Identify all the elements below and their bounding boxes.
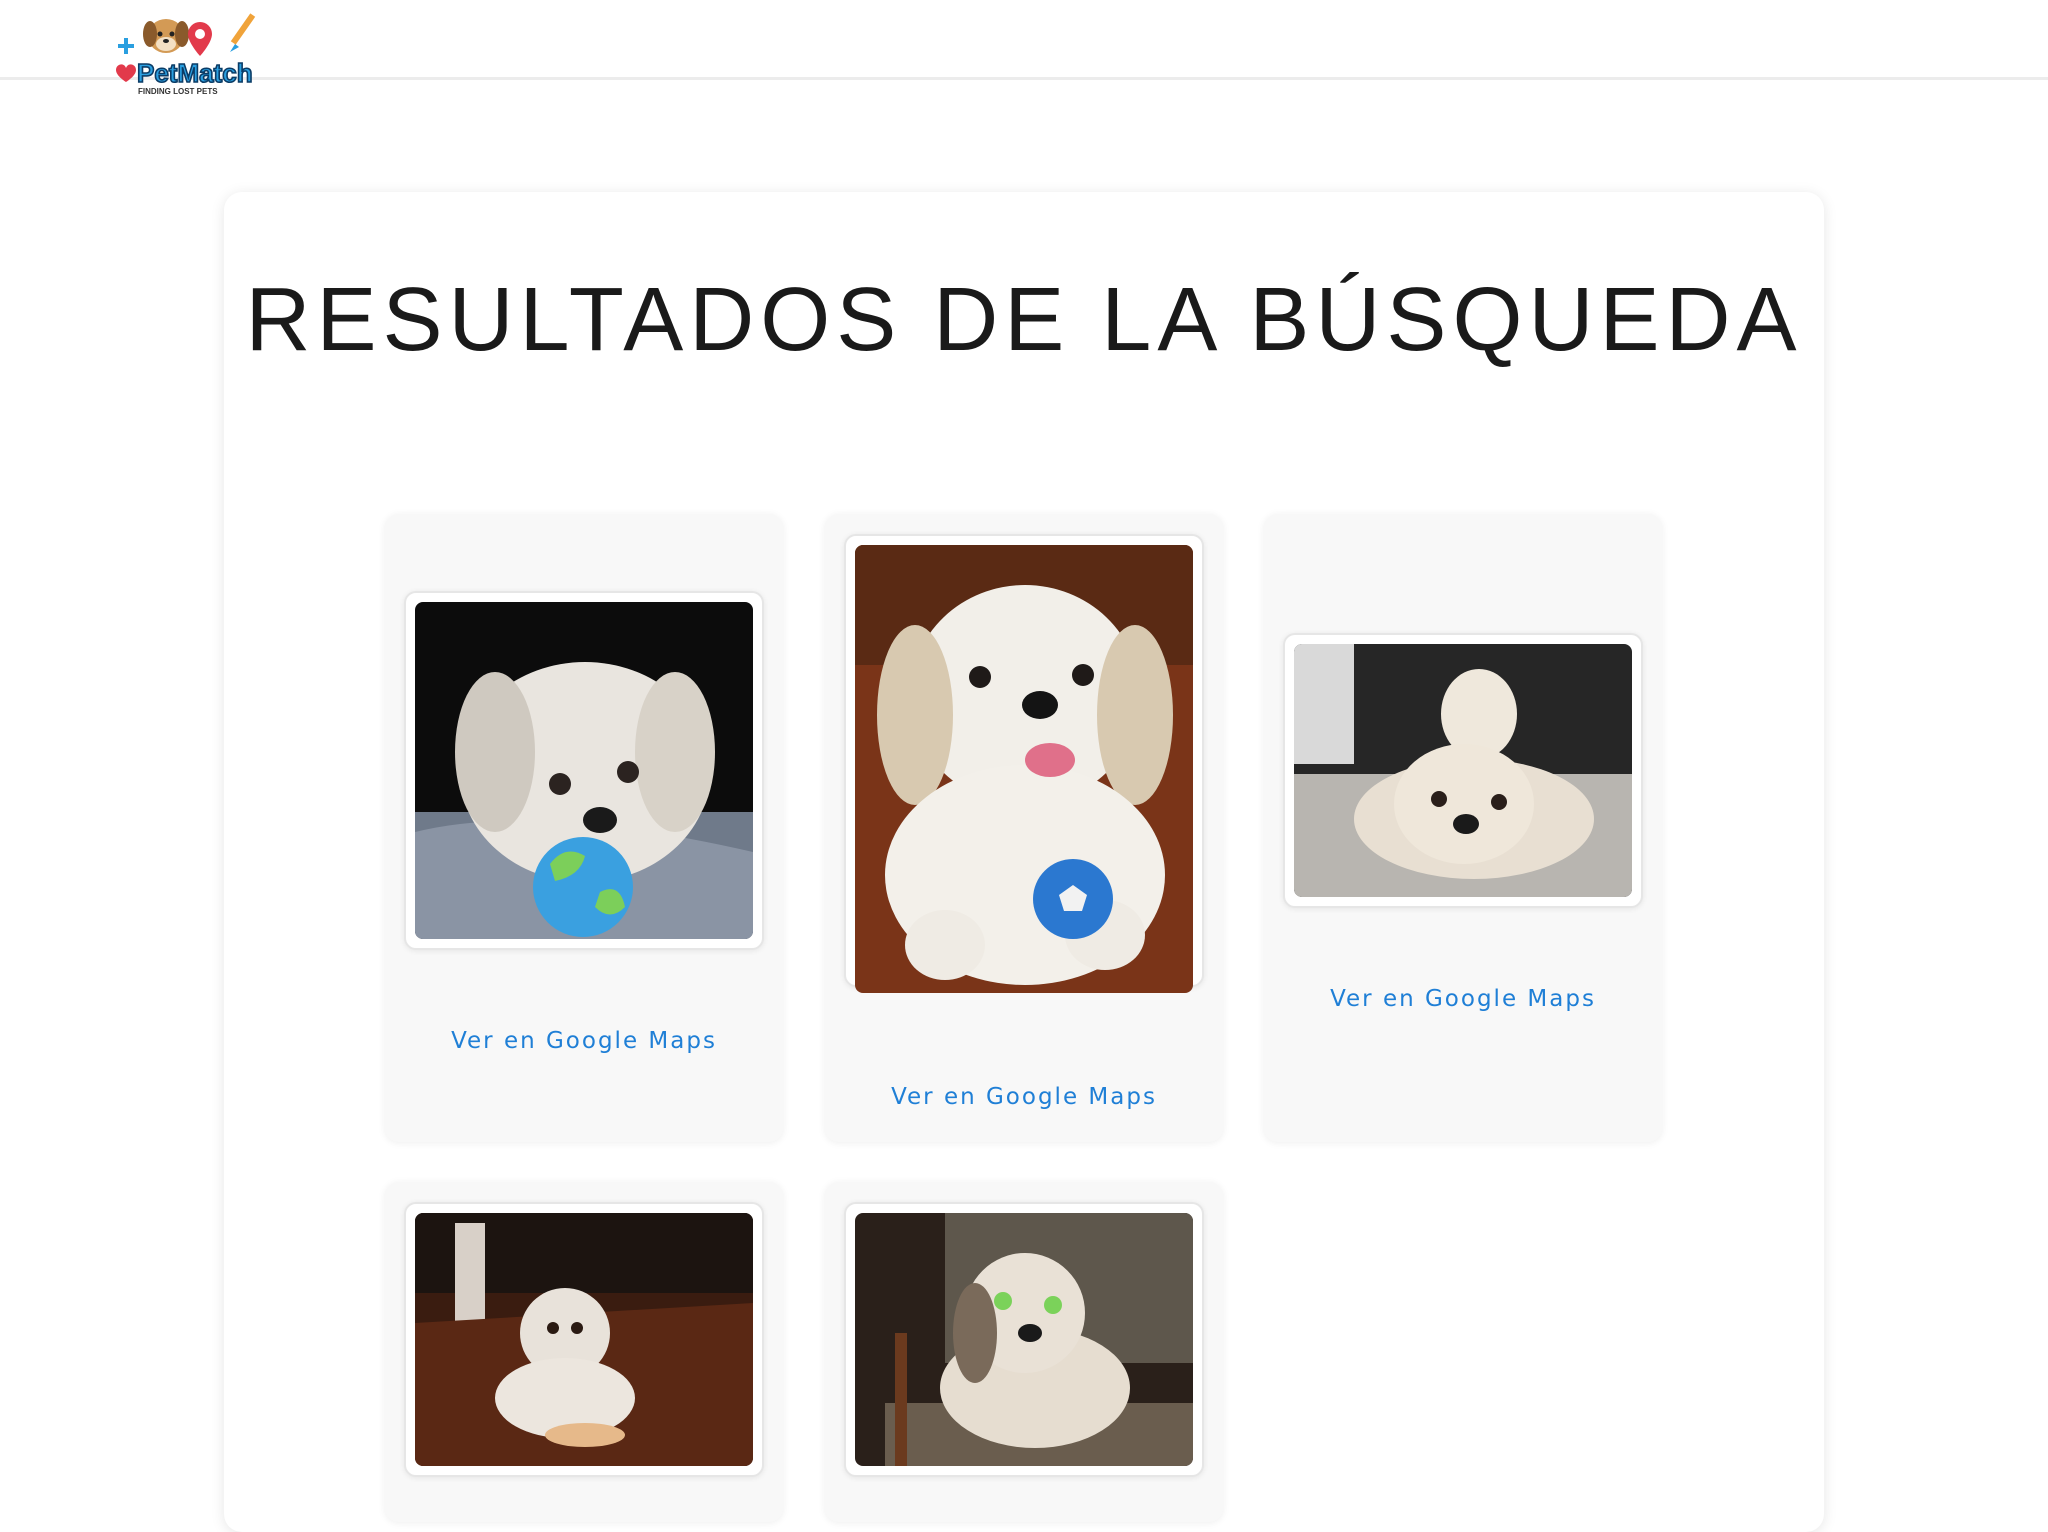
pet-photo[interactable] bbox=[415, 602, 753, 939]
google-maps-link[interactable]: Ver en Google Maps bbox=[825, 1084, 1223, 1110]
result-card bbox=[825, 1182, 1223, 1522]
top-navbar: PetMatch FINDING LOST PETS bbox=[0, 0, 2048, 96]
photo-frame bbox=[844, 534, 1204, 993]
result-card: Ver en Google Maps bbox=[385, 514, 783, 1142]
pet-photo[interactable] bbox=[415, 1213, 753, 1466]
photo-frame bbox=[844, 1202, 1204, 1477]
logo-brand-text: PetMatch bbox=[137, 58, 253, 88]
logo-tagline: FINDING LOST PETS bbox=[138, 87, 218, 96]
result-card bbox=[385, 1182, 783, 1522]
photo-frame bbox=[404, 1202, 764, 1477]
result-card: Ver en Google Maps bbox=[1264, 514, 1662, 1142]
result-card: Ver en Google Maps bbox=[825, 514, 1223, 1142]
pet-photo[interactable] bbox=[1294, 644, 1632, 897]
google-maps-link[interactable]: Ver en Google Maps bbox=[385, 1028, 783, 1054]
pet-photo[interactable] bbox=[855, 545, 1193, 993]
photo-frame bbox=[1283, 633, 1643, 908]
page-title: RESULTADOS DE LA BÚSQUEDA bbox=[245, 270, 1803, 370]
petmatch-logo[interactable]: PetMatch FINDING LOST PETS bbox=[104, 4, 274, 96]
pet-photo[interactable] bbox=[855, 1213, 1193, 1466]
google-maps-link[interactable]: Ver en Google Maps bbox=[1264, 986, 1662, 1012]
photo-frame bbox=[404, 591, 764, 950]
